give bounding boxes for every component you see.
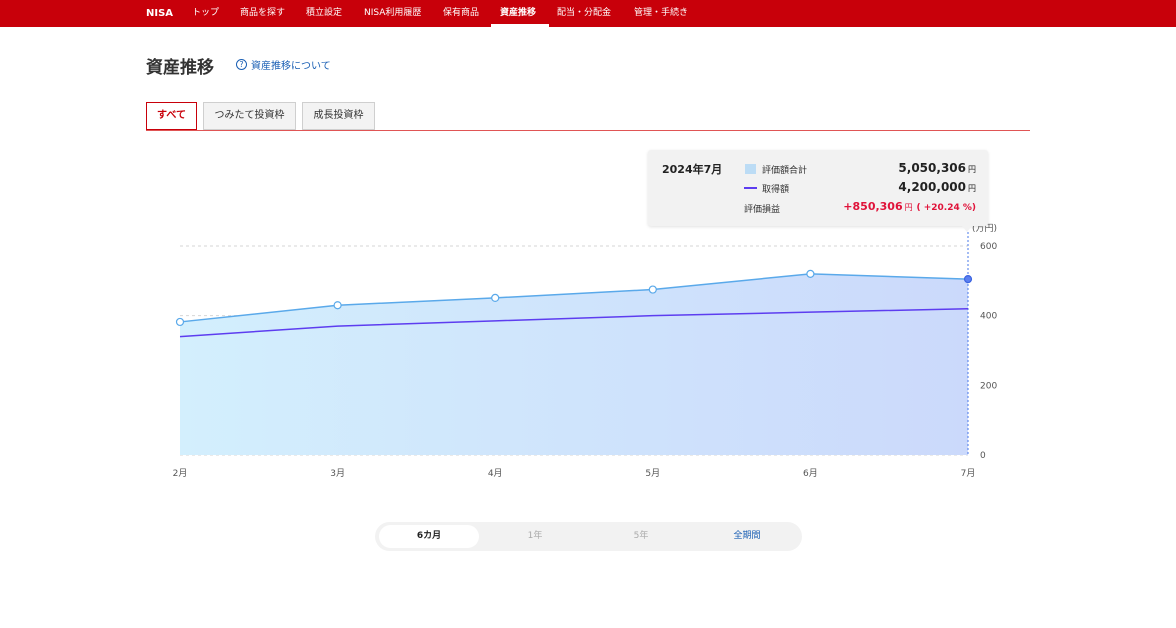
x-tick-label: 3月 xyxy=(330,468,345,479)
valuation-area xyxy=(180,273,968,455)
tooltip-valuation-value: 5,050,306 円 xyxy=(898,161,976,175)
range-5-years[interactable]: 5年 xyxy=(591,525,691,548)
valuation-legend-swatch xyxy=(745,164,756,174)
y-tick-label: 600 xyxy=(980,242,997,252)
tooltip-cost-value: 4,200,000 円 xyxy=(898,180,976,194)
tooltip-cost-label: 取得額 xyxy=(762,185,790,195)
x-tick-label: 4月 xyxy=(488,468,503,479)
range-selector: 6カ月 1年 5年 全期間 xyxy=(375,522,802,551)
tooltip-gain-label: 評価損益 xyxy=(744,205,781,215)
tooltip-valuation-label: 評価額合計 xyxy=(762,166,808,176)
x-tick-label: 6月 xyxy=(803,468,818,479)
range-all-period[interactable]: 全期間 xyxy=(697,525,797,548)
range-1-year[interactable]: 1年 xyxy=(485,525,585,548)
y-tick-label: 200 xyxy=(980,381,997,391)
valuation-point xyxy=(491,293,500,303)
tooltip-date: 2024年7月 xyxy=(662,163,723,176)
range-6-months[interactable]: 6カ月 xyxy=(379,525,479,548)
valuation-point xyxy=(963,274,973,284)
valuation-point xyxy=(333,301,342,310)
x-tick-label: 7月 xyxy=(961,468,976,479)
tooltip-arrow xyxy=(962,226,972,232)
y-tick-label: 0 xyxy=(980,451,986,461)
valuation-point xyxy=(175,317,185,327)
chart-tooltip: 2024年7月 評価額合計 5,050,306 円 取得額 4,200,000 円 … xyxy=(648,150,988,226)
valuation-point xyxy=(648,285,657,294)
y-tick-label: 400 xyxy=(980,312,997,322)
cost-legend-swatch xyxy=(744,187,757,189)
x-tick-label: 5月 xyxy=(645,468,660,479)
valuation-point xyxy=(806,269,815,278)
x-tick-label: 2月 xyxy=(173,468,188,479)
tooltip-gain-value: +850,306 円 ( +20.24 %) xyxy=(843,200,976,213)
